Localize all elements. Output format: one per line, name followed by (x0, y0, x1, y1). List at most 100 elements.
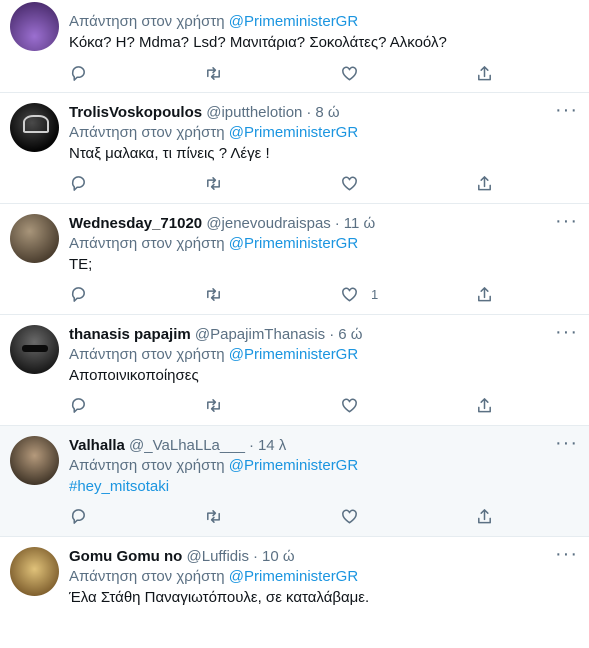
tweet-header: Valhalla @_VaLhaLLa___ · 14 λ (69, 436, 577, 456)
display-name[interactable]: thanasis papajim (69, 326, 191, 343)
like-button[interactable] (340, 395, 371, 415)
reply-mention-link[interactable]: @PrimeministerGR (229, 124, 358, 141)
username[interactable]: @iputthelotion (206, 104, 302, 121)
reply-button[interactable] (69, 395, 88, 415)
reply-icon (71, 65, 85, 81)
reply-icon (71, 286, 85, 302)
reply-to: Απάντηση στον χρήστη @PrimeministerGR (69, 235, 359, 252)
timestamp[interactable]: 8 ώ (315, 104, 339, 121)
tweet-header: thanasis papajim @PapajimThanasis · 6 ώ (69, 325, 577, 345)
reply-icon (71, 508, 85, 524)
tweet-actions (69, 63, 499, 83)
like-icon (342, 66, 357, 80)
username[interactable]: @jenevoudraispas (206, 215, 330, 232)
username[interactable]: @_VaLhaLLa___ (129, 437, 245, 454)
avatar-logo-icon (23, 115, 49, 133)
username[interactable]: @PapajimThanasis (195, 326, 325, 343)
tweet[interactable]: ··· Gomu Gomu no @Luffidis · 10 ώ Απάντηση… (0, 537, 589, 648)
separator-dot: · (252, 548, 258, 565)
reply-to: Απάντηση στον χρήστη @PrimeministerGR (69, 568, 359, 585)
reply-button[interactable] (69, 173, 88, 193)
separator-dot: · (329, 326, 335, 343)
tweet-actions: 1 (69, 284, 499, 304)
retweet-icon (207, 176, 220, 190)
avatar[interactable] (10, 325, 59, 374)
share-icon (478, 397, 491, 412)
tweet-text: Κόκα? Η? Mdma? Lsd? Μανιτάρια? Σοκολάτες… (69, 34, 447, 51)
share-icon (478, 508, 491, 523)
tweet-actions (69, 173, 499, 193)
avatar[interactable] (10, 2, 59, 51)
retweet-icon (207, 398, 220, 412)
retweet-button[interactable] (204, 63, 223, 83)
retweet-button[interactable] (204, 395, 223, 415)
sunglasses-icon (22, 345, 48, 352)
display-name[interactable]: Wednesday_71020 (69, 215, 202, 232)
tweet-actions (69, 395, 499, 415)
tweet[interactable]: ··· Valhalla @_VaLhaLLa___ · 14 λ Απάντηση… (0, 426, 589, 537)
like-icon (342, 509, 357, 523)
reply-icon (71, 175, 85, 191)
reply-to: Απάντηση στον χρήστη @PrimeministerGR (69, 13, 359, 30)
hashtag-link[interactable]: #hey_mitsotaki (69, 476, 577, 498)
tweet-text: Νταξ μαλακα, τι πίνεις ? Λέγε ! (69, 145, 270, 162)
retweet-icon (207, 66, 220, 80)
like-icon (342, 398, 357, 412)
like-button[interactable]: 1 (340, 284, 378, 304)
tweet[interactable]: ··· TrolisVoskopoulos @iputthelotion · 8 ώ… (0, 93, 589, 204)
share-icon (478, 175, 491, 190)
tweet-text: ΤΕ; (69, 256, 93, 273)
retweet-button[interactable] (204, 173, 223, 193)
like-button[interactable] (340, 63, 371, 83)
reply-to: Απάντηση στον χρήστη @PrimeministerGR (69, 457, 359, 474)
separator-dot: · (306, 104, 312, 121)
username[interactable]: @Luffidis (187, 548, 249, 565)
share-button[interactable] (475, 284, 494, 304)
retweet-button[interactable] (204, 506, 223, 526)
avatar[interactable] (10, 103, 59, 152)
reply-mention-link[interactable]: @PrimeministerGR (229, 457, 358, 474)
share-button[interactable] (475, 173, 494, 193)
reply-icon (71, 397, 85, 413)
timestamp[interactable]: 14 λ (258, 437, 286, 454)
reply-mention-link[interactable]: @PrimeministerGR (229, 346, 358, 363)
retweet-icon (207, 287, 220, 301)
reply-to: Απάντηση στον χρήστη @PrimeministerGR (69, 346, 359, 363)
display-name[interactable]: TrolisVoskopoulos (69, 104, 202, 121)
like-count: 1 (371, 286, 379, 302)
timestamp[interactable]: 6 ώ (338, 326, 362, 343)
share-button[interactable] (475, 395, 494, 415)
tweet-header: Gomu Gomu no @Luffidis · 10 ώ (69, 547, 577, 567)
tweet-text: Αποποινικοποίησες (69, 367, 199, 384)
tweet-header: Wednesday_71020 @jenevoudraispas · 11 ώ (69, 214, 577, 234)
reply-mention-link[interactable]: @PrimeministerGR (229, 13, 358, 30)
reply-to: Απάντηση στον χρήστη @PrimeministerGR (69, 124, 359, 141)
share-button[interactable] (475, 506, 494, 526)
tweet[interactable]: ··· Wednesday_71020 @jenevoudraispas · 11 … (0, 204, 589, 315)
like-icon (342, 176, 357, 190)
like-button[interactable] (340, 506, 371, 526)
display-name[interactable]: Valhalla (69, 437, 125, 454)
avatar[interactable] (10, 436, 59, 485)
timestamp[interactable]: 10 ώ (262, 548, 295, 565)
tweet-header: TrolisVoskopoulos @iputthelotion · 8 ώ (69, 103, 577, 123)
tweet-text: Έλα Στάθη Παναγιωτόπουλε, σε καταλάβαμε. (69, 589, 370, 606)
reply-button[interactable] (69, 506, 88, 526)
reply-mention-link[interactable]: @PrimeministerGR (229, 235, 358, 252)
avatar[interactable] (10, 547, 59, 596)
like-button[interactable] (340, 173, 371, 193)
like-icon (342, 287, 357, 301)
tweet[interactable]: Απάντηση στον χρήστη @PrimeministerGR Κό… (0, 0, 589, 93)
reply-mention-link[interactable]: @PrimeministerGR (229, 568, 358, 585)
share-icon (478, 286, 491, 301)
display-name[interactable]: Gomu Gomu no (69, 548, 182, 565)
reply-button[interactable] (69, 63, 88, 83)
separator-dot: · (248, 437, 254, 454)
timestamp[interactable]: 11 ώ (344, 215, 375, 232)
retweet-icon (207, 509, 220, 523)
share-button[interactable] (475, 63, 494, 83)
reply-button[interactable] (69, 284, 88, 304)
tweet[interactable]: ··· thanasis papajim @PapajimThanasis · 6 … (0, 315, 589, 426)
retweet-button[interactable] (204, 284, 223, 304)
avatar[interactable] (10, 214, 59, 263)
